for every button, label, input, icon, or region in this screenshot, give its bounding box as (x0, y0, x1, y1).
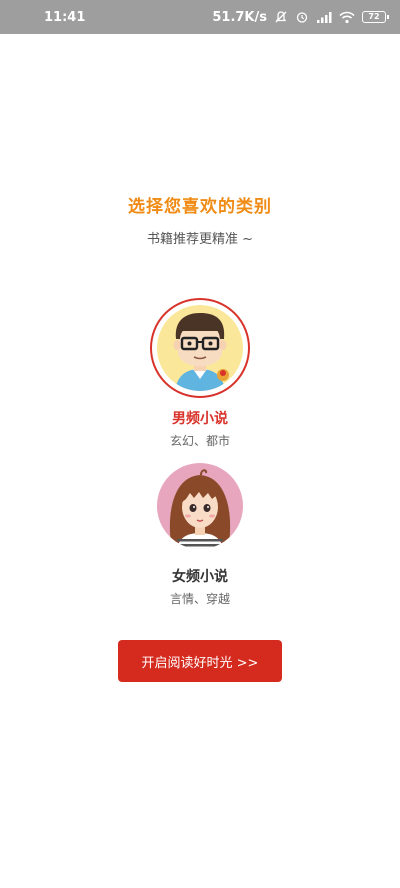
status-icons: 51.7K/s 72 (212, 9, 389, 25)
girl-avatar-icon (157, 463, 243, 549)
status-bar: 11:41 51.7K/s 72 (0, 0, 400, 34)
boy-avatar-icon (157, 305, 243, 391)
category-option-female[interactable]: 女频小说 言情、穿越 (0, 456, 400, 607)
category-option-male[interactable]: 男频小说 玄幻、都市 (0, 298, 400, 449)
option-name-male: 男频小说 (172, 411, 228, 427)
avatar-ring[interactable] (150, 456, 250, 556)
option-desc-male: 玄幻、都市 (169, 434, 230, 448)
avatar-selected-ring[interactable] (150, 298, 250, 398)
start-reading-button[interactable]: 开启阅读好时光 >> (118, 640, 282, 682)
wifi-icon (339, 11, 355, 24)
status-time: 11:41 (44, 9, 86, 25)
option-name-female: 女频小说 (172, 569, 228, 585)
network-speed: 51.7K/s (212, 9, 267, 25)
page-subtitle: 书籍推荐更精准 ~ (146, 232, 254, 247)
option-desc-female: 言情、穿越 (169, 592, 230, 606)
battery-icon: 72 (362, 11, 389, 23)
page-title: 选择您喜欢的类别 (128, 197, 272, 217)
alarm-icon (295, 10, 309, 24)
mute-bell-icon (274, 10, 288, 24)
signal-icon (316, 11, 332, 24)
